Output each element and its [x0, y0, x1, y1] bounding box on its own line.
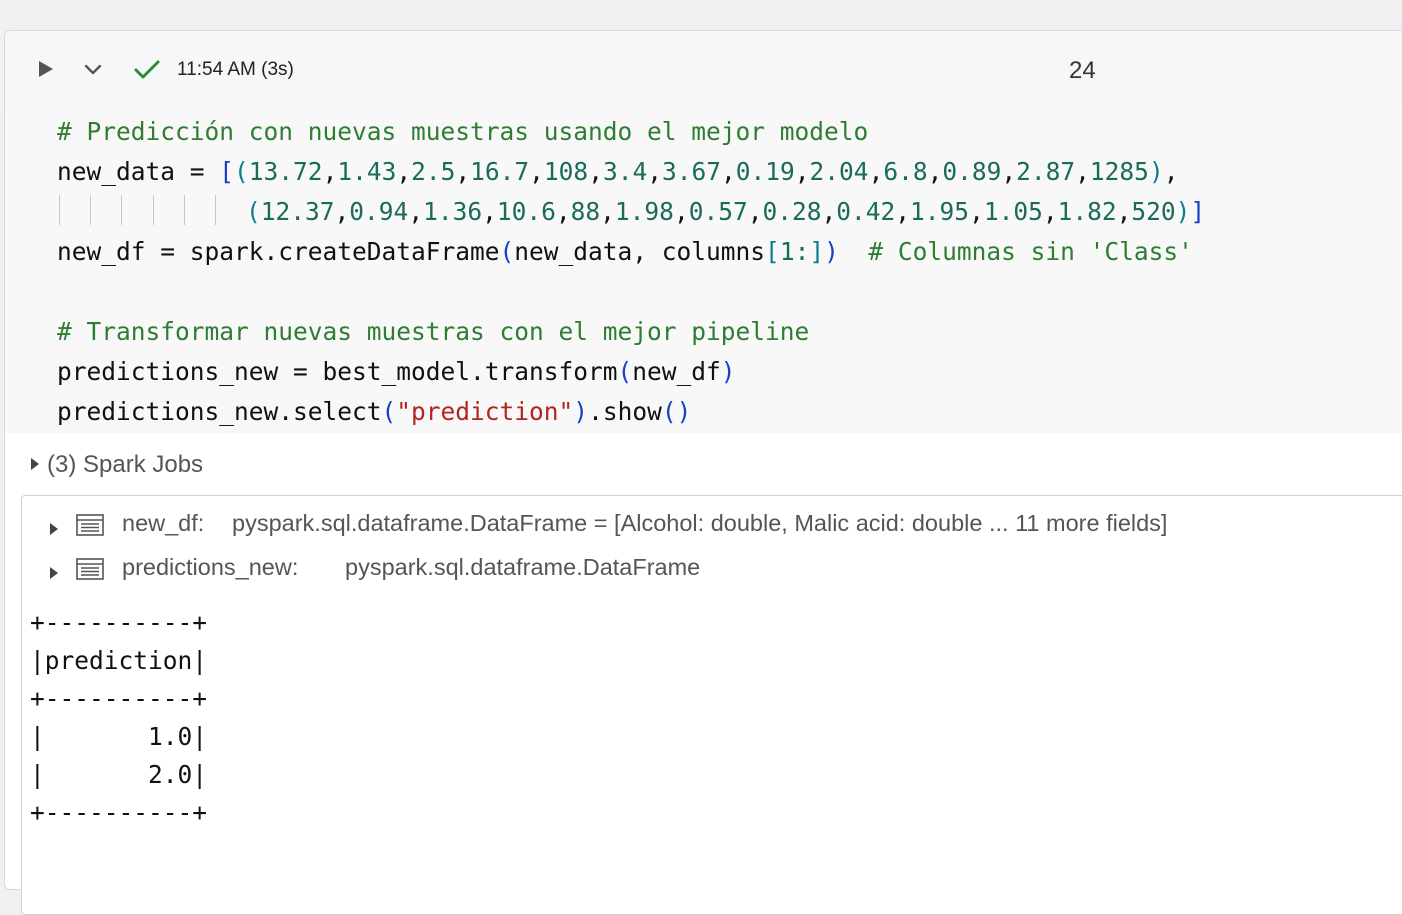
code-line-6: # Transformar nuevas muestras con el mej…	[57, 317, 809, 347]
code-line-7: predictions_new = best_model.transform(n…	[57, 357, 736, 386]
code-line-1: # Predicción con nuevas muestras usando …	[57, 117, 868, 147]
tuple-value: 6.8	[883, 157, 928, 186]
tuple-value: 2.04	[809, 157, 869, 186]
code-number: 1:	[779, 237, 810, 266]
code-text: predictions_new = best_model.transform	[57, 357, 618, 386]
tuple-value: 520	[1131, 197, 1176, 226]
indent-guides	[57, 195, 227, 225]
caret-right-icon	[29, 451, 47, 479]
code-line-8: predictions_new.select("prediction").sho…	[57, 397, 692, 426]
spark-jobs-toggle[interactable]: (3) Spark Jobs	[29, 451, 203, 481]
tuple-value: 13.72	[248, 157, 323, 186]
table-icon	[76, 514, 104, 542]
cell-output: new_df: pyspark.sql.dataframe.DataFrame …	[21, 495, 1402, 915]
tuple-value: 1285	[1089, 157, 1149, 186]
tuple-value: 0.19	[735, 157, 795, 186]
cell-number: 24	[1069, 57, 1096, 84]
run-cell-button[interactable]	[33, 57, 57, 81]
code-line-2: new_data = [(13.72,1.43,2.5,16.7,108,3.4…	[57, 157, 1179, 186]
code-text: new_df = spark.createDataFrame	[57, 237, 500, 266]
tuple-value: 108	[543, 157, 589, 186]
show-table-output: +----------+ |prediction| +----------+ |…	[30, 608, 208, 827]
spark-jobs-label: (3) Spark Jobs	[47, 451, 204, 478]
tuple-row-2: 12.37,0.94,1.36,10.6,88,1.98,0.57,0.28,0…	[260, 197, 1176, 226]
tuple-value: 1.36	[423, 197, 483, 226]
tuple-value: 1.98	[614, 197, 674, 226]
caret-right-icon	[48, 516, 60, 543]
run-options-button[interactable]	[81, 57, 105, 81]
code-comment: # Columnas sin 'Class'	[868, 237, 1193, 266]
tuple-value: 3.4	[602, 157, 648, 186]
tuple-value: 0.57	[688, 197, 748, 226]
code-line-3: (12.37,0.94,1.36,10.6,88,1.98,0.57,0.28,…	[246, 197, 1206, 226]
cell-toolbar: 11:54 AM (3s) 24	[5, 31, 1402, 111]
tuple-value: 2.87	[1016, 157, 1076, 186]
tuple-value: 3.67	[661, 157, 721, 186]
tuple-value: 1.82	[1057, 197, 1117, 226]
dataframe-name: predictions_new:	[122, 554, 299, 580]
dataframe-type: pyspark.sql.dataframe.DataFrame	[345, 554, 701, 580]
tuple-value: 16.7	[470, 157, 530, 186]
code-text: predictions_new.select	[57, 397, 382, 426]
caret-right-icon	[48, 560, 60, 587]
tuple-row-1: 13.72,1.43,2.5,16.7,108,3.4,3.67,0.19,2.…	[248, 157, 1149, 186]
code-text: new_df	[632, 357, 721, 386]
tuple-value: 0.89	[942, 157, 1002, 186]
code-string: "prediction"	[396, 397, 574, 426]
tuple-value: 1.95	[910, 197, 970, 226]
tuple-value: 0.94	[349, 197, 409, 226]
tuple-value: 2.5	[411, 157, 456, 186]
code-text: new_data =	[57, 157, 220, 186]
tuple-value: 88	[570, 197, 601, 226]
play-icon	[39, 61, 53, 77]
notebook-cell: 11:54 AM (3s) 24 # Predicción con nuevas…	[4, 30, 1402, 915]
tuple-value: 0.42	[836, 197, 896, 226]
code-text: new_data, columns	[514, 237, 766, 266]
tuple-value: 1.43	[337, 157, 397, 186]
table-icon	[76, 558, 104, 586]
code-editor[interactable]: # Predicción con nuevas muestras usando …	[5, 111, 1402, 433]
check-icon	[133, 57, 161, 81]
code-line-4: new_df = spark.createDataFrame(new_data,…	[57, 237, 1193, 266]
chevron-down-icon	[84, 64, 102, 75]
run-timestamp: 11:54 AM (3s)	[177, 59, 294, 80]
code-comment: # Transformar nuevas muestras con el mej…	[57, 317, 810, 346]
tuple-value: 10.6	[496, 197, 556, 226]
code-comment: # Predicción con nuevas muestras usando …	[57, 117, 869, 146]
dataframe-type: pyspark.sql.dataframe.DataFrame = [Alcoh…	[232, 510, 1168, 536]
tuple-value: 12.37	[260, 197, 335, 226]
tuple-value: 1.05	[983, 197, 1043, 226]
dataframe-name: new_df:	[122, 510, 205, 536]
code-text: .show	[588, 397, 662, 426]
tuple-value: 0.28	[762, 197, 822, 226]
